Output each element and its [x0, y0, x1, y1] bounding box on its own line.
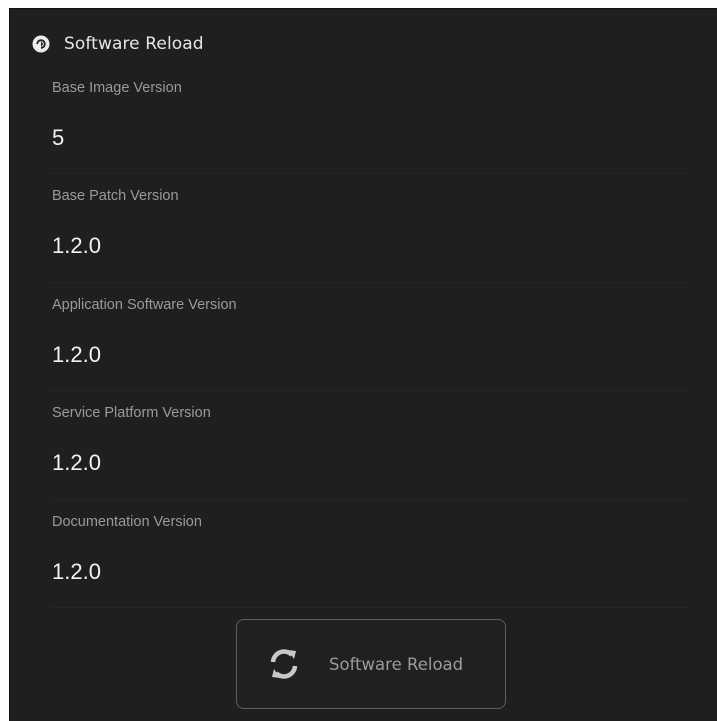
service-platform-version-label: Service Platform Version [52, 405, 211, 421]
software-reload-panel: Software Reload Base Image Version 5 Bas… [9, 8, 717, 721]
software-reload-button-label: Software Reload [329, 654, 464, 674]
divider [50, 390, 688, 391]
panel-header: Software Reload [32, 31, 204, 57]
base-image-version-value: 5 [52, 125, 65, 150]
software-reload-button[interactable]: Software Reload [236, 619, 506, 709]
refresh-icon [270, 649, 298, 679]
divider [50, 499, 688, 500]
application-software-version-label: Application Software Version [52, 297, 237, 313]
base-image-version-label: Base Image Version [52, 80, 182, 96]
divider [50, 173, 688, 174]
divider [50, 282, 688, 283]
reload-circle-icon [32, 35, 50, 53]
base-patch-version-label: Base Patch Version [52, 188, 179, 204]
divider [50, 607, 688, 608]
documentation-version-label: Documentation Version [52, 514, 202, 530]
documentation-version-value: 1.2.0 [52, 559, 101, 584]
application-software-version-value: 1.2.0 [52, 342, 101, 367]
panel-title: Software Reload [64, 34, 204, 54]
service-platform-version-value: 1.2.0 [52, 450, 101, 475]
base-patch-version-value: 1.2.0 [52, 233, 101, 258]
